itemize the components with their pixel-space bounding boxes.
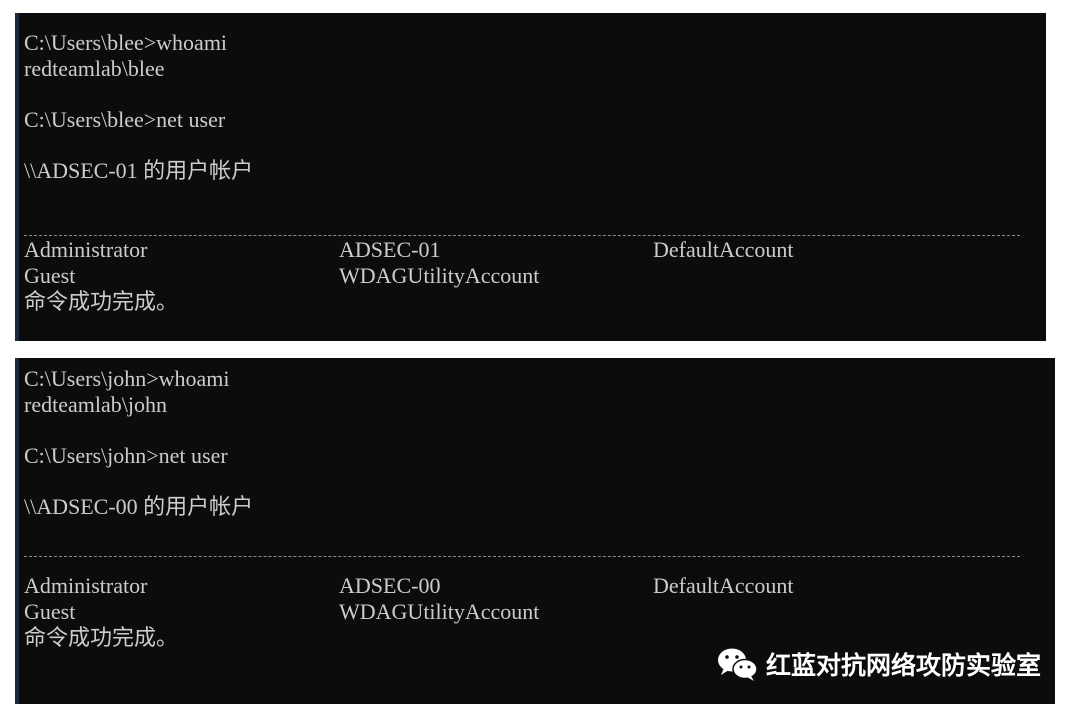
user-accounts-header: \\ADSEC-01 的用户帐户 xyxy=(24,158,254,183)
command-prompt-net-user: C:\Users\john>net user xyxy=(24,443,228,468)
terminal-window-blee: C:\Users\blee>whoami redteamlab\blee C:\… xyxy=(15,13,1046,341)
command-status: 命令成功完成。 xyxy=(24,625,179,650)
separator-line xyxy=(24,556,1020,557)
watermark-text: 红蓝对抗网络攻防实验室 xyxy=(765,651,1041,680)
user-administrator: Administrator xyxy=(24,573,148,598)
user-defaultaccount: DefaultAccount xyxy=(653,237,794,262)
command-prompt-whoami: C:\Users\blee>whoami xyxy=(24,30,228,55)
command-prompt-net-user: C:\Users\blee>net user xyxy=(24,107,226,132)
user-defaultaccount: DefaultAccount xyxy=(653,573,794,598)
watermark: 红蓝对抗网络攻防实验室 xyxy=(716,646,1041,682)
user-guest: Guest xyxy=(24,599,76,624)
command-status: 命令成功完成。 xyxy=(24,289,179,314)
user-accounts-header: \\ADSEC-00 的用户帐户 xyxy=(24,494,254,519)
user-adsec: ADSEC-01 xyxy=(339,237,441,262)
separator-line xyxy=(24,235,1020,236)
wechat-icon xyxy=(717,648,758,681)
user-wdagutility: WDAGUtilityAccount xyxy=(339,599,540,624)
user-guest: Guest xyxy=(24,263,76,288)
user-adsec: ADSEC-00 xyxy=(339,573,441,598)
whoami-output: redteamlab\blee xyxy=(24,56,165,81)
whoami-output: redteamlab\john xyxy=(24,392,167,417)
user-administrator: Administrator xyxy=(24,237,148,262)
command-prompt-whoami: C:\Users\john>whoami xyxy=(24,366,230,391)
user-wdagutility: WDAGUtilityAccount xyxy=(339,263,540,288)
terminal-window-john: C:\Users\john>whoami redteamlab\john C:\… xyxy=(15,358,1055,704)
